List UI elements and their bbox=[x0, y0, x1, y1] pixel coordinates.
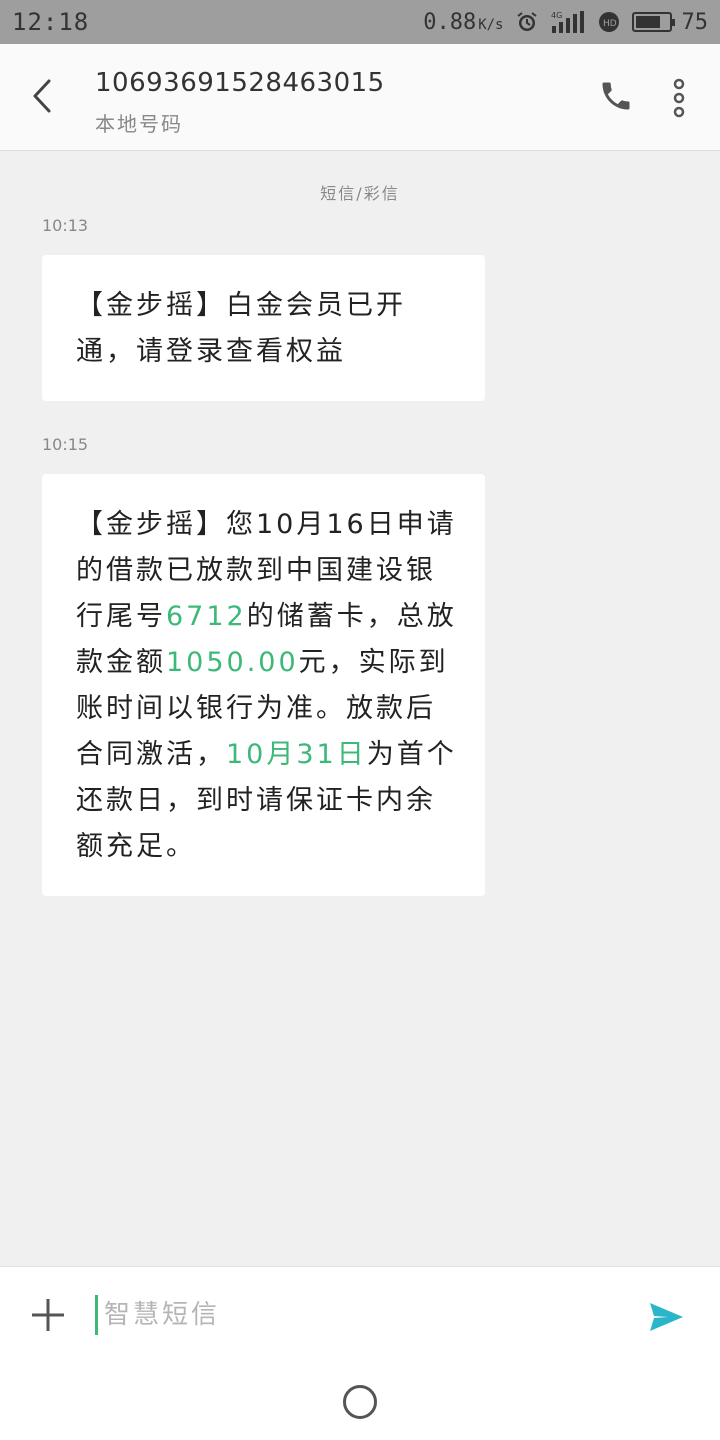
status-time: 12:18 bbox=[12, 8, 90, 36]
card-number-link[interactable]: 6712 bbox=[166, 601, 247, 632]
call-button[interactable] bbox=[594, 74, 638, 118]
signal-4g-icon: 4G bbox=[550, 10, 586, 34]
network-speed-value: 0.88 bbox=[423, 9, 477, 35]
network-speed-unit: K/s bbox=[478, 16, 504, 33]
battery-fill bbox=[635, 16, 660, 28]
message-timestamp: 10:15 bbox=[42, 435, 89, 454]
date-link[interactable]: 10月31日 bbox=[226, 739, 367, 770]
message-thread[interactable]: 短信/彩信 10:13 【金步摇】白金会员已开通，请登录查看权益 10:15 【… bbox=[0, 152, 720, 1266]
battery-icon bbox=[631, 12, 675, 32]
hd-voice-icon: HD bbox=[596, 10, 622, 34]
message-bubble[interactable]: 【金步摇】白金会员已开通，请登录查看权益 bbox=[42, 255, 485, 401]
conversation-header: 1069369152846301​5 本地号码 bbox=[0, 44, 720, 151]
message-timestamp: 10:13 bbox=[42, 216, 89, 235]
contact-subtitle: 本地号码 bbox=[95, 112, 183, 136]
contact-number: 1069369152846301​5 bbox=[95, 68, 385, 98]
phone-icon bbox=[602, 82, 630, 110]
more-vertical-icon bbox=[673, 78, 685, 118]
attach-button[interactable] bbox=[28, 1295, 68, 1335]
more-options-button[interactable] bbox=[664, 76, 694, 120]
amount-link[interactable]: 1050.00 bbox=[166, 647, 299, 678]
message-text: 【金步摇】白金会员已开通，请登录查看权益 bbox=[76, 290, 406, 367]
home-button[interactable] bbox=[343, 1385, 377, 1419]
send-icon bbox=[650, 1303, 683, 1331]
network-speed: 0.88 K/s bbox=[423, 10, 503, 35]
alarm-icon bbox=[514, 10, 540, 34]
status-bar: 12:18 0.88 K/s 4G HD 75 bbox=[0, 0, 720, 44]
battery-percent: 75 bbox=[681, 9, 709, 35]
compose-bar bbox=[0, 1266, 720, 1366]
message-bubble[interactable]: 【金步摇】您10月16日申请的借款已放款到中国建设银行尾号6712的储蓄卡，总放… bbox=[42, 474, 485, 896]
chevron-left-icon bbox=[33, 79, 51, 113]
back-button[interactable] bbox=[22, 76, 62, 116]
send-button[interactable] bbox=[646, 1297, 686, 1337]
message-type-label: 短信/彩信 bbox=[320, 184, 400, 203]
plus-icon bbox=[32, 1299, 64, 1331]
navigation-bar bbox=[0, 1366, 720, 1440]
network-type-label: 4G bbox=[551, 11, 562, 20]
svg-text:HD: HD bbox=[603, 19, 617, 29]
status-icons: 0.88 K/s 4G HD 75 bbox=[423, 10, 708, 35]
message-input[interactable] bbox=[95, 1295, 615, 1335]
